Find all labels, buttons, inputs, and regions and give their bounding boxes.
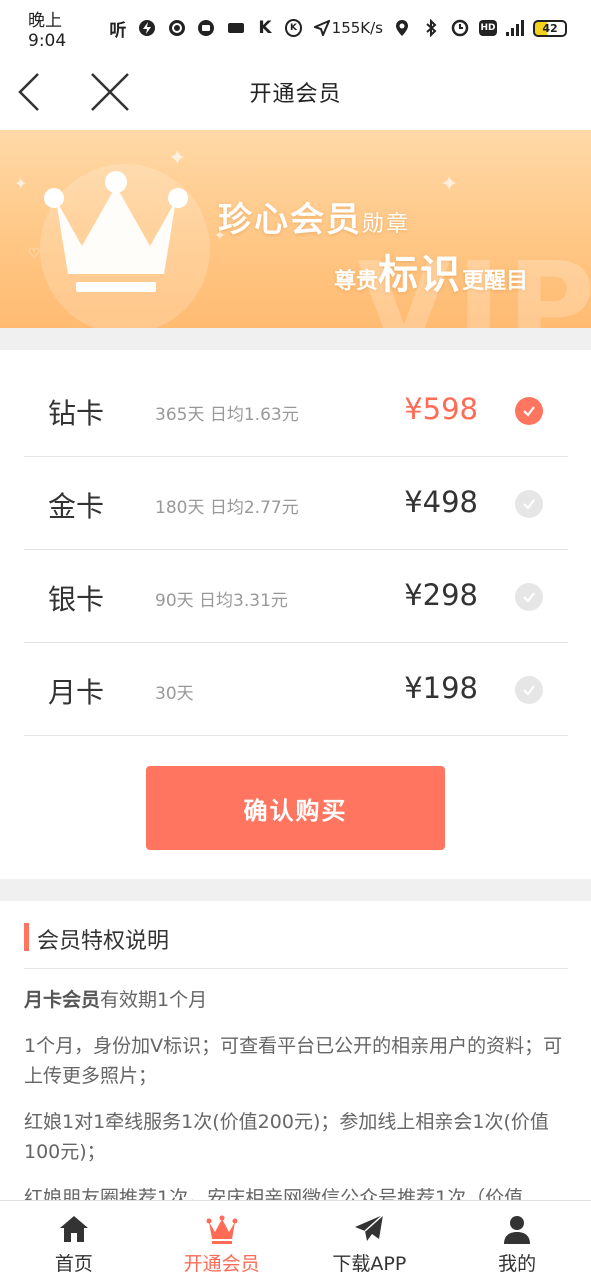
vip-banner: ✦ ✦ ✦ ✦ ♡ 珍心会员勋章 尊贵标识更醒目 VIP xyxy=(0,130,591,328)
plan-option-silver[interactable]: 银卡 90天 日均3.31元 ¥298 xyxy=(24,550,568,643)
plan-name: 钻卡 xyxy=(48,397,105,430)
tab-label: 首页 xyxy=(54,1253,93,1275)
sparkle-icon: ✦ xyxy=(14,174,28,193)
plan-option-gold[interactable]: 金卡 180天 日均2.77元 ¥498 xyxy=(24,457,568,550)
section-divider xyxy=(0,328,591,350)
tab-home[interactable]: 首页 xyxy=(0,1201,148,1280)
plan-list: 钻卡 365天 日均1.63元 ¥598 金卡 180天 日均2.77元 ¥49… xyxy=(24,364,568,736)
sparkle-icon: ✦ xyxy=(440,172,459,197)
plan-name: 金卡 xyxy=(48,490,105,523)
banner-vip-watermark: VIP xyxy=(357,238,591,329)
privileges-section: 会员特权说明 月卡会员有效期1个月 1个月，身份加V标识；可查看平台已公开的相亲… xyxy=(24,901,568,1201)
page-title: 开通会员 xyxy=(249,82,342,107)
qq-icon xyxy=(167,18,186,38)
location-pin-icon xyxy=(392,18,412,38)
home-icon xyxy=(59,1216,88,1242)
privilege-paragraph: 1个月，身份加V标识；可查看平台已公开的相亲用户的资料；可上传更多照片； xyxy=(24,1035,563,1087)
location-arrow-icon xyxy=(312,18,331,38)
title-accent-bar xyxy=(24,923,29,951)
plan-duration: 30天 xyxy=(155,684,194,704)
banner-headline-small: 勋章 xyxy=(362,212,411,237)
check-icon[interactable] xyxy=(515,583,543,611)
plan-price: ¥298 xyxy=(404,578,478,612)
plan-price: ¥498 xyxy=(404,485,478,519)
message-icon xyxy=(196,18,215,38)
battery-icon: 42 xyxy=(533,19,567,37)
flash-icon xyxy=(138,18,157,38)
plan-name: 月卡 xyxy=(48,676,105,709)
plan-duration: 180天 日均2.77元 xyxy=(155,498,299,518)
status-time: 晚上9:04 xyxy=(28,10,67,51)
tab-label: 下载APP xyxy=(332,1253,407,1275)
app-icon xyxy=(226,18,245,38)
banner-headline-main: 珍心会员 xyxy=(218,200,362,240)
alarm-icon xyxy=(450,18,470,38)
privilege-paragraph: 月卡会员有效期1个月 xyxy=(24,985,568,1015)
nav-bar: 开通会员 xyxy=(0,56,591,130)
tab-label: 开通会员 xyxy=(183,1253,260,1275)
user-icon xyxy=(504,1216,531,1244)
tab-membership[interactable]: 开通会员 xyxy=(148,1201,296,1280)
tab-profile[interactable]: 我的 xyxy=(443,1201,591,1280)
tab-label: 我的 xyxy=(498,1253,537,1275)
check-icon[interactable] xyxy=(515,676,543,704)
privileges-title: 会员特权说明 xyxy=(37,929,170,954)
privileges-header: 会员特权说明 xyxy=(24,901,568,969)
crown-icon xyxy=(44,171,188,292)
plan-price: ¥198 xyxy=(404,671,478,705)
section-divider xyxy=(0,879,591,901)
listen-icon: 听 xyxy=(109,20,127,41)
banner-headline: 珍心会员勋章 xyxy=(218,192,410,241)
check-icon[interactable] xyxy=(515,397,543,425)
privilege-tier-name: 月卡会员 xyxy=(24,989,101,1011)
hd-icon: HD xyxy=(479,20,497,36)
check-icon[interactable] xyxy=(515,490,543,518)
bottom-tab-bar: 首页 开通会员 下载APP 我的 xyxy=(0,1200,591,1280)
plan-option-monthly[interactable]: 月卡 30天 ¥198 xyxy=(24,643,568,736)
plan-duration: 365天 日均1.63元 xyxy=(155,405,299,425)
plan-name: 银卡 xyxy=(48,583,105,616)
confirm-purchase-button[interactable]: 确认购买 xyxy=(146,766,445,850)
k-icon: K xyxy=(258,18,272,38)
privilege-paragraph: 红娘1对1牵线服务1次(价值200元)；参加线上相亲会1次(价值100元)； xyxy=(24,1111,549,1163)
crown-icon xyxy=(206,1215,238,1244)
plan-price: ¥598 xyxy=(404,392,478,426)
bluetooth-icon xyxy=(421,18,441,38)
status-bar: 晚上9:04 听 K K 155K/s HD 42 xyxy=(0,0,591,56)
paper-plane-icon xyxy=(355,1214,384,1241)
tab-download-app[interactable]: 下载APP xyxy=(296,1201,444,1280)
signal-icon xyxy=(506,20,524,36)
privilege-paragraph: 红娘朋友圈推荐1次，安庆相亲网微信公众号推荐1次（价值 xyxy=(24,1187,524,1201)
k-circle-icon: K xyxy=(284,19,303,37)
privilege-validity: 有效期1个月 xyxy=(100,989,208,1011)
plan-duration: 90天 日均3.31元 xyxy=(155,591,288,611)
network-speed: 155K/s xyxy=(331,19,383,37)
plan-option-diamond[interactable]: 钻卡 365天 日均1.63元 ¥598 xyxy=(24,364,568,457)
